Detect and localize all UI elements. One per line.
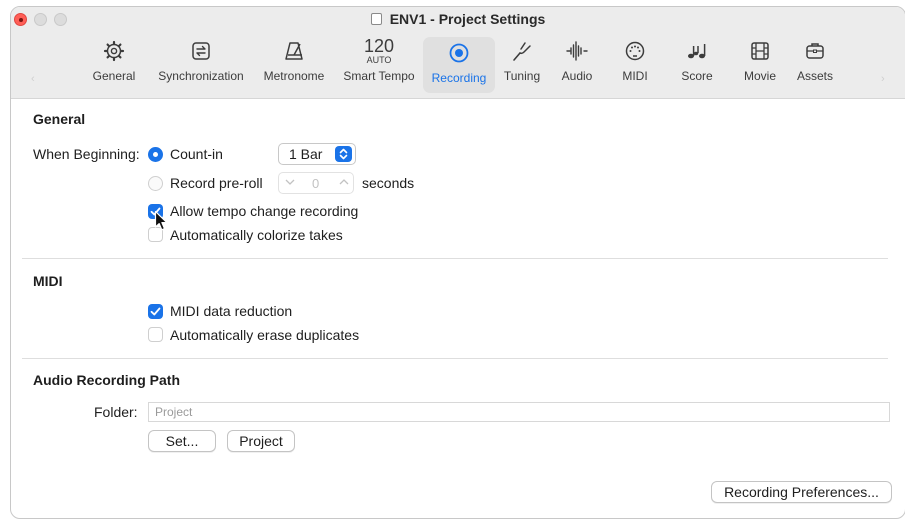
recording-preferences-button[interactable]: Recording Preferences... xyxy=(711,481,892,503)
tab-movie-label: Movie xyxy=(743,69,776,83)
record-icon xyxy=(423,37,495,69)
section-midi-title: MIDI xyxy=(33,273,63,289)
divider-midi xyxy=(22,358,888,359)
preroll-value: 0 xyxy=(312,176,320,191)
smart-tempo-icon: 120 AUTO xyxy=(337,35,421,67)
tab-general-label: General xyxy=(92,69,136,83)
tab-score[interactable]: Score xyxy=(675,35,719,91)
waveform-icon xyxy=(553,35,601,67)
preroll-stepper[interactable]: 0 xyxy=(278,172,354,194)
tab-synchronization-label: Synchronization xyxy=(158,69,244,83)
tab-score-label: Score xyxy=(681,69,713,83)
tab-midi[interactable]: MIDI xyxy=(615,35,655,91)
chevron-up-icon[interactable] xyxy=(339,175,349,192)
film-icon xyxy=(737,35,783,67)
metronome-icon xyxy=(257,35,331,67)
tab-smart-tempo-label: Smart Tempo xyxy=(343,69,415,83)
count-in-label: Count-in xyxy=(170,146,223,162)
tab-tuning-label: Tuning xyxy=(503,69,541,83)
midi-data-reduction-label: MIDI data reduction xyxy=(170,303,293,319)
erase-duplicates-checkbox[interactable] xyxy=(148,327,163,342)
tab-audio[interactable]: Audio xyxy=(553,35,601,91)
count-in-popup[interactable]: 1 Bar xyxy=(278,143,356,165)
project-settings-window: ENV1 - Project Settings ‹ › General Sync… xyxy=(10,6,905,519)
tuning-fork-icon xyxy=(499,35,545,67)
divider-general xyxy=(22,258,888,259)
sync-icon xyxy=(149,35,253,67)
section-general-title: General xyxy=(33,111,86,127)
gear-icon xyxy=(89,35,139,67)
tab-metronome-label: Metronome xyxy=(263,69,325,83)
tab-tuning[interactable]: Tuning xyxy=(499,35,545,91)
when-beginning-label: When Beginning: xyxy=(33,146,140,162)
scroll-right-icon: › xyxy=(881,73,885,85)
count-in-value: 1 Bar xyxy=(289,146,323,162)
tab-assets-label: Assets xyxy=(796,69,833,83)
window-title-text: ENV1 - Project Settings xyxy=(389,11,546,27)
briefcase-icon xyxy=(789,35,841,67)
erase-duplicates-label: Automatically erase duplicates xyxy=(170,327,360,343)
folder-field[interactable]: Project xyxy=(148,402,890,422)
count-in-radio[interactable] xyxy=(148,147,163,162)
folder-label: Folder: xyxy=(94,404,138,420)
tab-recording-label: Recording xyxy=(431,71,487,85)
allow-tempo-label: Allow tempo change recording xyxy=(170,203,359,219)
tempo-mode: AUTO xyxy=(366,54,392,65)
settings-toolbar: ‹ › General Synchronization Metronome 12… xyxy=(11,35,905,95)
window-title: ENV1 - Project Settings xyxy=(11,11,905,27)
section-audio-path-title: Audio Recording Path xyxy=(33,372,180,388)
checkmark-icon xyxy=(150,307,161,316)
midi-data-reduction-checkbox[interactable] xyxy=(148,304,163,319)
document-icon xyxy=(370,13,382,25)
tab-midi-label: MIDI xyxy=(622,69,648,83)
tab-general[interactable]: General xyxy=(89,35,139,91)
project-button[interactable]: Project xyxy=(227,430,295,452)
tab-movie[interactable]: Movie xyxy=(737,35,783,91)
mouse-pointer-icon xyxy=(154,210,170,235)
titlebar: ENV1 - Project Settings ‹ › General Sync… xyxy=(11,7,905,99)
auto-colorize-label: Automatically colorize takes xyxy=(170,227,343,243)
seconds-label: seconds xyxy=(362,175,415,191)
tab-synchronization[interactable]: Synchronization xyxy=(149,35,253,91)
record-preroll-radio[interactable] xyxy=(148,176,163,191)
record-preroll-label: Record pre-roll xyxy=(170,175,263,191)
set-button[interactable]: Set... xyxy=(148,430,216,452)
folder-field-placeholder: Project xyxy=(155,405,193,419)
midi-port-icon xyxy=(615,35,655,67)
tab-assets[interactable]: Assets xyxy=(789,35,841,91)
chevron-down-icon[interactable] xyxy=(285,175,295,192)
tab-smart-tempo[interactable]: 120 AUTO Smart Tempo xyxy=(337,35,421,91)
tab-audio-label: Audio xyxy=(561,69,593,83)
tab-recording[interactable]: Recording xyxy=(423,37,495,93)
scroll-left-icon: ‹ xyxy=(31,73,35,85)
popup-arrows-icon xyxy=(335,146,352,162)
tab-metronome[interactable]: Metronome xyxy=(257,35,331,91)
music-notes-icon xyxy=(675,35,719,67)
tempo-value: 120 xyxy=(363,35,395,56)
